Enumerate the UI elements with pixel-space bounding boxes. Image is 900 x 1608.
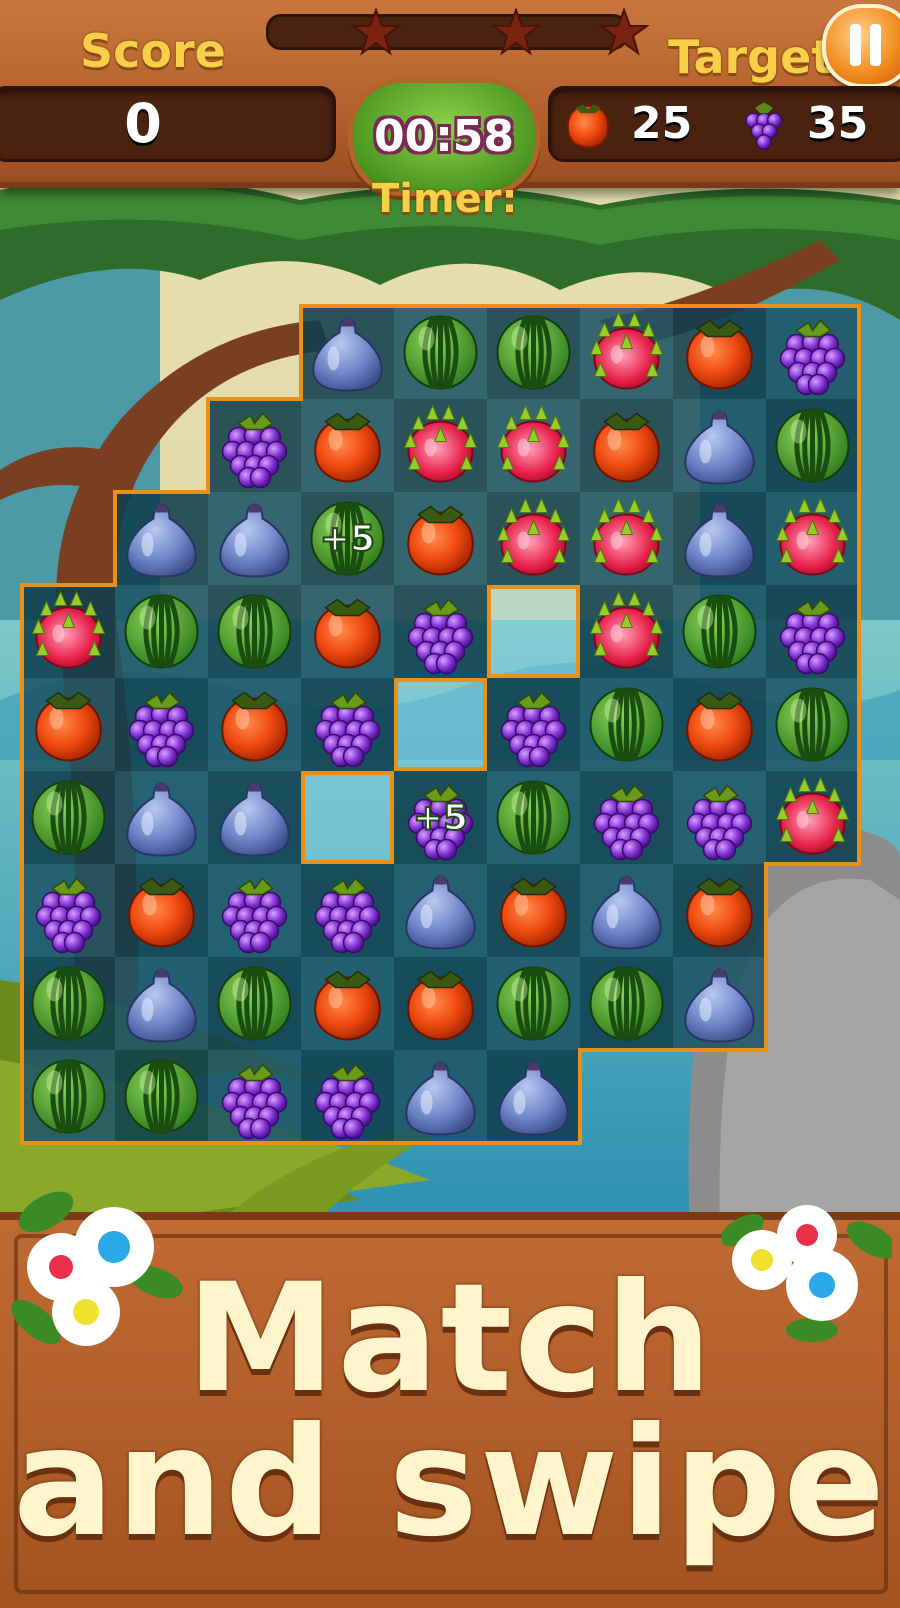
watermelon-piece[interactable]	[682, 594, 757, 669]
watermelon-piece[interactable]	[775, 408, 850, 483]
watermelon-piece[interactable]	[496, 315, 571, 390]
empty-tile[interactable]	[394, 678, 487, 771]
watermelon-piece[interactable]	[589, 687, 664, 762]
watermelon-piece[interactable]	[31, 966, 106, 1041]
target-panel: 25 35	[548, 86, 900, 162]
target-count-grape: 35	[807, 98, 869, 149]
bonus-score-label: +5	[413, 798, 468, 839]
hibiscus-flowers-left	[11, 1191, 183, 1346]
score-value: 0	[124, 92, 162, 155]
score-panel: 0	[0, 86, 336, 162]
pause-button[interactable]	[822, 4, 900, 88]
watermelon-piece[interactable]	[496, 966, 571, 1041]
top-hud: Score Target 0 00:58 25 35 Timer:	[0, 0, 900, 222]
watermelon-piece[interactable]	[589, 966, 664, 1041]
watermelon-piece[interactable]	[217, 594, 292, 669]
empty-tile[interactable]	[301, 771, 394, 864]
watermelon-piece[interactable]	[403, 315, 478, 390]
empty-tile[interactable]	[487, 585, 580, 678]
watermelon-piece[interactable]	[31, 1059, 106, 1134]
star-progress-bar	[266, 7, 649, 56]
score-label: Score	[80, 24, 226, 78]
grape-icon	[745, 102, 783, 150]
watermelon-piece[interactable]	[775, 687, 850, 762]
pause-icon	[850, 24, 861, 66]
target-count-persimmon: 25	[631, 98, 693, 149]
target-label: Target	[668, 30, 834, 84]
watermelon-piece[interactable]	[124, 1059, 199, 1134]
banner-headline-line2: and swipe	[13, 1396, 887, 1570]
bonus-score-label: +5	[320, 519, 375, 560]
star-icon	[599, 7, 649, 56]
timer-value: 00:58	[373, 111, 515, 162]
timer-label: Timer:	[372, 176, 518, 222]
persimmon-icon	[566, 104, 610, 149]
watermelon-piece[interactable]	[496, 780, 571, 855]
watermelon-piece[interactable]	[217, 966, 292, 1041]
pause-icon	[870, 24, 881, 66]
hibiscus-flowers-right	[722, 1205, 892, 1342]
watermelon-piece[interactable]	[124, 594, 199, 669]
star-icon	[351, 7, 401, 56]
star-icon	[491, 7, 541, 56]
watermelon-piece[interactable]	[31, 780, 106, 855]
